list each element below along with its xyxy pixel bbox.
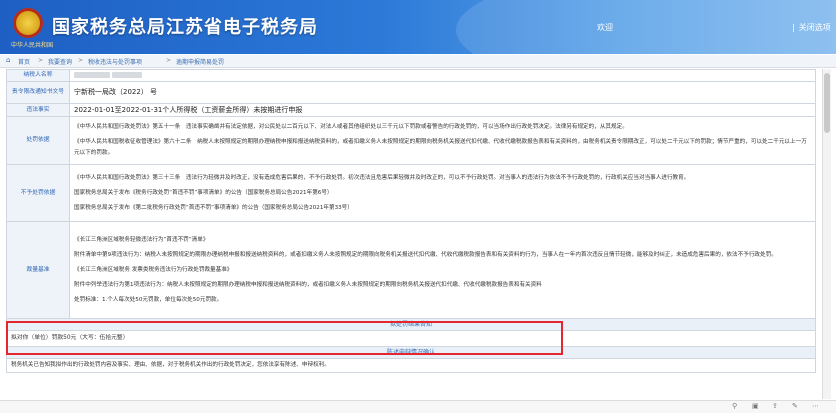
table-row: 违法事实 2022-01-01至2022-01-31个人所得税（工资薪金所得）未… <box>6 103 816 117</box>
scrollbar-thumb[interactable] <box>824 73 830 133</box>
site-title: 国家税务总局江苏省电子税务局 <box>52 17 318 38</box>
violation-facts-label: 违法事实 <box>6 103 70 117</box>
taxpayer-name-label: 纳税人名称 <box>6 69 70 82</box>
site-header: 中华人民共和国 国家税务总局江苏省电子税务局 欢迎 | 关闭选项 <box>0 0 836 54</box>
breadcrumb: ⌂ 首页 > 我要查询 > 税收违法与处罚事项 > 逾期申报简易处罚 <box>0 55 836 68</box>
penalty-basis-paragraph: 《中华人民共和国行政处罚法》第五十一条 违法事实确凿并有法定依据，对公民处以二百… <box>74 124 628 130</box>
criteria-paragraph: 处罚标准：1.个人每次处50元罚款，单位每次处50元罚款。 <box>74 296 223 303</box>
emblem-motto: 中华人民共和国 <box>11 42 54 49</box>
edit-icon[interactable]: ✎ <box>792 402 798 410</box>
no-penalty-basis-label: 不予处罚依据 <box>6 164 70 222</box>
penalty-basis-value: 《中华人民共和国行政处罚法》第五十一条 违法事实确凿并有法定依据，对公民处以二百… <box>69 116 816 165</box>
penalty-basis-paragraph: 《中华人民共和国税收征收管理法》第六十二条 纳税人未按照规定的期限办理纳税申报和… <box>74 139 807 156</box>
breadcrumb-item-violations[interactable]: 税收违法与处罚事项 <box>88 57 142 66</box>
notice-number-label: 责令限改通知书文号 <box>6 81 70 104</box>
no-penalty-paragraph: 国家税务总局关于发布《税务行政处罚“首违不罚”事项清单》的公告（国家税务总局公告… <box>74 189 333 196</box>
home-icon[interactable]: ⌂ <box>6 56 10 64</box>
breadcrumb-item-current: 逾期申报简易处罚 <box>176 59 225 66</box>
table-row: 不予处罚依据 《中华人民共和国行政处罚法》第三十三条 违法行为轻微并及时改正，没… <box>6 164 816 222</box>
more-icon[interactable]: ⋯ <box>812 402 819 410</box>
table-row: 纳税人名称 <box>6 69 816 82</box>
breadcrumb-separator: > <box>78 57 84 64</box>
share-icon[interactable]: ⇪ <box>772 402 778 410</box>
table-row: 税务机关已告知我拟作出的行政处罚内容及事实、理由、依据，对于税务机关作出的行政处… <box>6 358 816 373</box>
violation-facts-value: 2022-01-01至2022-01-31个人所得税（工资薪金所得）未按期进行申… <box>69 103 816 117</box>
tax-emblem-logo <box>13 8 43 38</box>
criteria-paragraph: 附件中列举违法行为第1项违法行为：纳税人未按照规定的期限办理纳税申报和报送纳税资… <box>74 281 542 288</box>
breadcrumb-separator: > <box>166 57 172 64</box>
no-penalty-basis-value: 《中华人民共和国行政处罚法》第三十三条 违法行为轻微并及时改正，没有造成危害后果… <box>69 164 816 222</box>
no-penalty-paragraph: 国家税务总局关于发布《第二批税务行政处罚“首违不罚”事项清单》的公告（国家税务总… <box>74 204 353 211</box>
highlight-annotation <box>6 321 563 355</box>
image-icon[interactable]: ▣ <box>752 402 759 410</box>
breadcrumb-item-home[interactable]: 首页 <box>18 57 30 66</box>
taxpayer-name-value <box>69 69 816 82</box>
discretion-criteria-label: 裁量基准 <box>6 221 70 319</box>
table-row: 责令限改通知书文号 宁新税一局改（2022） 号 <box>6 81 816 104</box>
pin-icon[interactable]: ⚲ <box>732 402 737 410</box>
bottom-toolbar: ⚲ ▣ ⇪ ✎ ⋯ <box>0 400 836 413</box>
scrollbar[interactable] <box>822 69 831 399</box>
breadcrumb-separator: > <box>38 57 44 64</box>
table-row: 裁量基准 《长江三角洲区域税务轻微违法行为“首违不罚”清单》 附件清单中第9项违… <box>6 221 816 319</box>
statement-confirm-text: 税务机关已告知我拟作出的行政处罚内容及事实、理由、依据，对于税务机关作出的行政处… <box>6 358 816 373</box>
penalty-basis-label: 处罚依据 <box>6 116 70 165</box>
no-penalty-paragraph: 《中华人民共和国行政处罚法》第三十三条 违法行为轻微并及时改正，没有造成危害后果… <box>74 174 690 181</box>
header-decoration <box>456 0 836 54</box>
welcome-text: 欢迎 <box>597 23 613 32</box>
separator: | <box>792 23 795 32</box>
breadcrumb-item-query[interactable]: 我要查询 <box>48 57 72 66</box>
criteria-paragraph: 《长江三角洲区域税务轻微违法行为“首违不罚”清单》 <box>74 236 209 243</box>
discretion-criteria-value: 《长江三角洲区域税务轻微违法行为“首违不罚”清单》 附件清单中第9项违法行为：纳… <box>69 221 816 319</box>
notice-number-value: 宁新税一局改（2022） 号 <box>69 81 816 104</box>
close-link[interactable]: | 关闭选项 <box>792 22 831 33</box>
redacted-value <box>111 71 142 78</box>
criteria-paragraph: 附件清单中第9项违法行为：纳税人未按照规定的期限办理纳税申报和报送纳税资料的，或… <box>74 251 777 258</box>
redacted-value <box>74 71 110 78</box>
table-row: 处罚依据 《中华人民共和国行政处罚法》第五十一条 违法事实确凿并有法定依据，对公… <box>6 116 816 165</box>
criteria-paragraph: 《长江三角洲区域税务 发票类税务违法行为行政处罚裁量基准》 <box>74 266 233 273</box>
close-label: 关闭选项 <box>798 23 831 32</box>
